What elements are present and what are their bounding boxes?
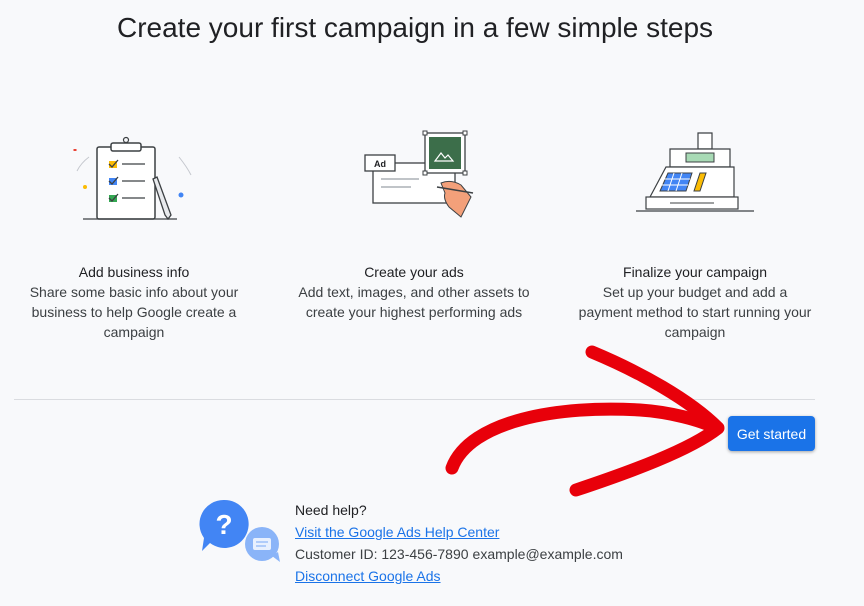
clipboard-checklist-icon bbox=[4, 122, 264, 232]
ad-creative-icon: Ad bbox=[284, 122, 544, 232]
svg-text:?: ? bbox=[215, 509, 232, 540]
customer-email: example@example.com bbox=[472, 546, 623, 562]
svg-text:Ad: Ad bbox=[374, 159, 386, 169]
step-description: Share some basic info about your busines… bbox=[29, 284, 239, 340]
customer-id: Customer ID: 123-456-7890 bbox=[295, 546, 469, 562]
step-description: Set up your budget and add a payment met… bbox=[578, 284, 812, 340]
help-heading: Need help? bbox=[295, 502, 367, 518]
help-chat-icon: ? bbox=[196, 496, 286, 566]
step-finalize-campaign: Finalize your campaign Set up your budge… bbox=[565, 122, 825, 342]
customer-info: Customer ID: 123-456-7890 example@example… bbox=[295, 543, 623, 565]
step-description: Add text, images, and other assets to cr… bbox=[298, 284, 530, 320]
cash-register-icon bbox=[565, 122, 825, 232]
disconnect-link[interactable]: Disconnect Google Ads bbox=[295, 565, 623, 587]
step-create-ads: Ad Create your ads Add text, images, and… bbox=[284, 122, 544, 322]
step-title: Finalize your campaign bbox=[623, 264, 767, 280]
get-started-button[interactable]: Get started bbox=[728, 416, 815, 451]
step-title: Add business info bbox=[78, 264, 190, 280]
step-business-info: Add business info Share some basic info … bbox=[4, 122, 264, 342]
step-title: Create your ads bbox=[364, 264, 464, 280]
page-title: Create your first campaign in a few simp… bbox=[116, 12, 714, 43]
help-center-link[interactable]: Visit the Google Ads Help Center bbox=[295, 521, 623, 543]
section-divider bbox=[14, 399, 815, 400]
